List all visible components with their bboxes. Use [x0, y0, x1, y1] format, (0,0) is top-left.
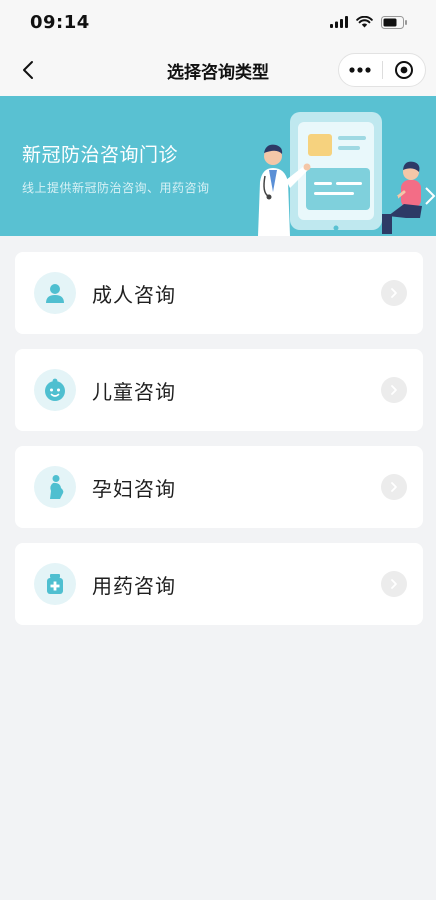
wifi-icon [356, 16, 373, 28]
banner-subtitle: 线上提供新冠防治咨询、用药咨询 [22, 181, 210, 195]
chevron-right-icon [381, 474, 407, 500]
chevron-right-icon [381, 571, 407, 597]
option-child-consultation[interactable]: 儿童咨询 [15, 349, 423, 431]
more-dots-icon [349, 67, 371, 73]
option-label: 用药咨询 [92, 573, 176, 598]
option-pregnant-consultation[interactable]: 孕妇咨询 [15, 446, 423, 528]
status-icons [330, 15, 408, 29]
miniprogram-capsule [338, 53, 426, 87]
option-label: 孕妇咨询 [92, 476, 176, 501]
banner-title: 新冠防治咨询门诊 [22, 144, 179, 166]
back-button[interactable] [14, 56, 42, 84]
chevron-right-icon [381, 377, 407, 403]
battery-icon [381, 15, 407, 29]
pregnant-icon [34, 466, 76, 508]
close-miniprogram-button[interactable] [383, 54, 426, 86]
page-title: 选择咨询类型 [167, 62, 269, 83]
option-label: 成人咨询 [92, 282, 176, 307]
target-close-icon [394, 61, 413, 79]
child-icon [34, 369, 76, 411]
status-bar: 09:14 [0, 0, 436, 44]
banner[interactable]: 新冠防治咨询门诊 线上提供新冠防治咨询、用药咨询 [0, 96, 436, 236]
nav-bar: 选择咨询类型 [0, 44, 436, 96]
option-adult-consultation[interactable]: 成人咨询 [15, 252, 423, 334]
signal-icon [330, 16, 348, 28]
doctor-illustration [258, 112, 436, 236]
more-button[interactable] [339, 54, 382, 86]
option-medication-consultation[interactable]: 用药咨询 [15, 543, 423, 625]
chevron-right-icon [381, 280, 407, 306]
chevron-left-icon [23, 61, 33, 79]
option-label: 儿童咨询 [92, 379, 176, 404]
status-time: 09:14 [30, 11, 90, 33]
adult-icon [34, 272, 76, 314]
medicine-icon [34, 563, 76, 605]
